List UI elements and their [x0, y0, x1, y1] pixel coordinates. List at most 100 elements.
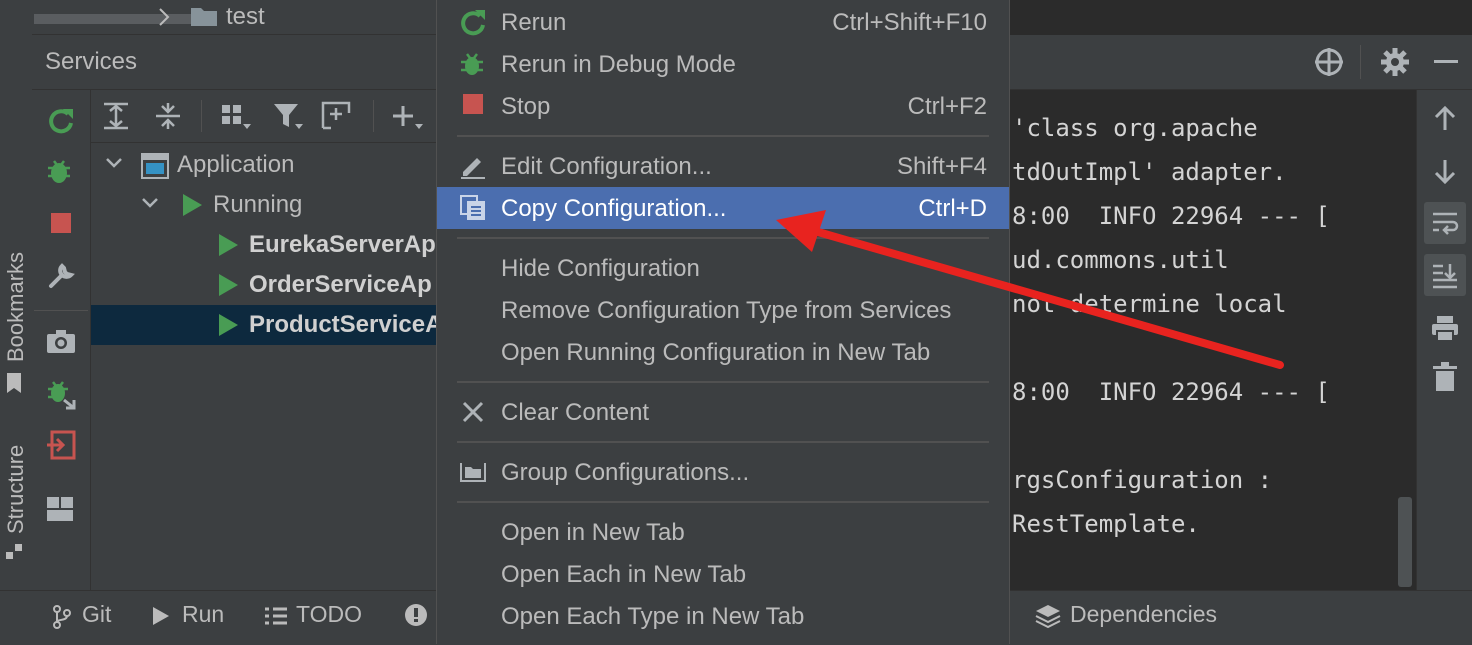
- menu-separator: [457, 441, 989, 443]
- trash-icon[interactable]: [1433, 362, 1457, 392]
- context-menu: Rerun Ctrl+Shift+F10 Rerun in Debug Mode…: [436, 0, 1010, 644]
- stop-icon: [459, 92, 487, 120]
- tree-node-service[interactable]: OrderServiceAp: [91, 265, 436, 305]
- menu-item-edit-configuration[interactable]: Edit Configuration... Shift+F4: [437, 145, 1009, 187]
- menu-item-label: Open in New Tab: [501, 519, 685, 546]
- wrench-icon[interactable]: [47, 262, 75, 290]
- tree-node-service-selected[interactable]: ProductServiceA: [91, 305, 442, 345]
- menu-separator: [457, 237, 989, 239]
- gear-icon[interactable]: [1380, 47, 1410, 77]
- rerun-icon: [459, 8, 487, 36]
- new-tab-icon[interactable]: [321, 100, 355, 130]
- dependencies-tab[interactable]: Dependencies: [1070, 601, 1217, 628]
- print-icon[interactable]: [1431, 314, 1459, 342]
- bookmarks-tab[interactable]: Bookmarks: [3, 252, 29, 362]
- clear-icon: [459, 398, 487, 426]
- console-scrollbar[interactable]: [1398, 497, 1412, 587]
- menu-item-copy-configuration[interactable]: Copy Configuration... Ctrl+D: [437, 187, 1009, 229]
- structure-tab[interactable]: Structure: [3, 445, 29, 534]
- console-line: tdOutImpl' adapter.: [1012, 158, 1287, 186]
- stop-icon[interactable]: [50, 212, 72, 234]
- services-header: Services: [32, 35, 436, 90]
- debug-rerun-icon: [459, 50, 487, 78]
- divider: [1360, 45, 1361, 79]
- breadcrumb: test: [32, 0, 436, 35]
- tree-node-application[interactable]: Application: [91, 145, 436, 185]
- filter-icon[interactable]: [273, 102, 305, 132]
- soft-wrap-icon[interactable]: [1424, 202, 1466, 244]
- chevron-down-icon[interactable]: [105, 155, 123, 171]
- rerun-icon[interactable]: [46, 106, 76, 136]
- todo-tab[interactable]: TODO: [296, 601, 362, 628]
- services-actions: [32, 90, 91, 590]
- menu-item-shortcut: Ctrl+F2: [907, 93, 987, 120]
- breadcrumb-folder-label[interactable]: test: [226, 3, 265, 31]
- console-output[interactable]: 'class org.apache tdOutImpl' adapter. 8:…: [1008, 90, 1416, 590]
- edit-icon: [459, 152, 487, 180]
- menu-item-remove-configuration-type[interactable]: Remove Configuration Type from Services: [437, 289, 1009, 331]
- run-icon: [181, 193, 203, 217]
- group-by-icon[interactable]: [221, 104, 253, 132]
- services-tree: Application Running EurekaServerAp Order…: [91, 143, 442, 590]
- tree-node-running[interactable]: Running: [91, 185, 436, 225]
- add-service-icon[interactable]: [391, 104, 425, 132]
- arrow-up-icon[interactable]: [1433, 106, 1457, 132]
- run-icon: [217, 313, 239, 337]
- divider: [201, 100, 202, 132]
- menu-item-rerun-debug[interactable]: Rerun in Debug Mode: [437, 43, 1009, 85]
- menu-item-open-each-type-in-new-tab[interactable]: Open Each Type in New Tab: [437, 595, 1009, 637]
- tree-label: EurekaServerAp: [249, 231, 436, 258]
- menu-item-label: Copy Configuration...: [501, 195, 727, 222]
- menu-item-shortcut: Shift+F4: [896, 153, 987, 180]
- git-icon: [52, 604, 72, 630]
- divider: [34, 310, 88, 311]
- bookmark-icon: [4, 372, 24, 394]
- run-icon: [217, 233, 239, 257]
- menu-item-group-configurations[interactable]: Group Configurations...: [437, 451, 1009, 493]
- console-line: ud.commons.util: [1012, 246, 1229, 274]
- arrow-down-icon[interactable]: [1433, 158, 1457, 184]
- menu-separator: [457, 381, 989, 383]
- layout-icon[interactable]: [46, 496, 74, 522]
- attach-debugger-icon[interactable]: [46, 378, 78, 410]
- run-tab[interactable]: Run: [182, 601, 224, 628]
- scroll-to-end-icon[interactable]: [1424, 254, 1466, 296]
- menu-item-rerun[interactable]: Rerun Ctrl+Shift+F10: [437, 1, 1009, 43]
- debug-rerun-icon[interactable]: [46, 156, 76, 186]
- copy-icon: [459, 194, 487, 222]
- menu-item-stop[interactable]: Stop Ctrl+F2: [437, 85, 1009, 127]
- menu-item-clear-content[interactable]: Clear Content: [437, 391, 1009, 433]
- tree-label: Running: [213, 191, 303, 218]
- chevron-down-icon[interactable]: [141, 195, 159, 211]
- tree-label: ProductServiceA: [249, 311, 443, 338]
- editor-tabs-area: [1008, 0, 1472, 34]
- menu-item-label: Group Configurations...: [501, 459, 750, 486]
- git-tab[interactable]: Git: [82, 601, 111, 628]
- camera-icon[interactable]: [46, 328, 76, 354]
- minimize-icon[interactable]: [1434, 59, 1458, 65]
- target-icon[interactable]: [1314, 47, 1344, 77]
- console-toolbar: [1416, 90, 1472, 590]
- menu-item-label: Rerun: [501, 9, 567, 36]
- menu-item-open-each-in-new-tab[interactable]: Open Each in New Tab: [437, 553, 1009, 595]
- left-tool-strip: Bookmarks Structure: [0, 0, 33, 644]
- menu-item-label: Remove Configuration Type from Services: [501, 297, 952, 324]
- console-line: 8:00 INFO 22964 --- [: [1012, 202, 1330, 230]
- menu-separator: [457, 501, 989, 503]
- menu-item-shortcut: Ctrl+D: [918, 195, 987, 222]
- menu-item-open-running-configuration[interactable]: Open Running Configuration in New Tab: [437, 331, 1009, 373]
- menu-item-label: Open Running Configuration in New Tab: [501, 339, 931, 366]
- breadcrumb-path-segment: [34, 14, 200, 24]
- expand-all-icon[interactable]: [103, 102, 129, 130]
- import-icon[interactable]: [46, 430, 76, 460]
- menu-item-label: Stop: [501, 93, 551, 120]
- menu-item-label: Edit Configuration...: [501, 153, 712, 180]
- problems-icon[interactable]: [404, 603, 428, 627]
- tree-node-service[interactable]: EurekaServerAp: [91, 225, 436, 265]
- collapse-all-icon[interactable]: [155, 102, 181, 130]
- dependencies-icon: [1034, 603, 1062, 629]
- menu-item-open-in-new-tab[interactable]: Open in New Tab: [437, 511, 1009, 553]
- folder-icon: [190, 5, 218, 27]
- menu-item-hide-configuration[interactable]: Hide Configuration: [437, 247, 1009, 289]
- console-header: [1008, 35, 1472, 90]
